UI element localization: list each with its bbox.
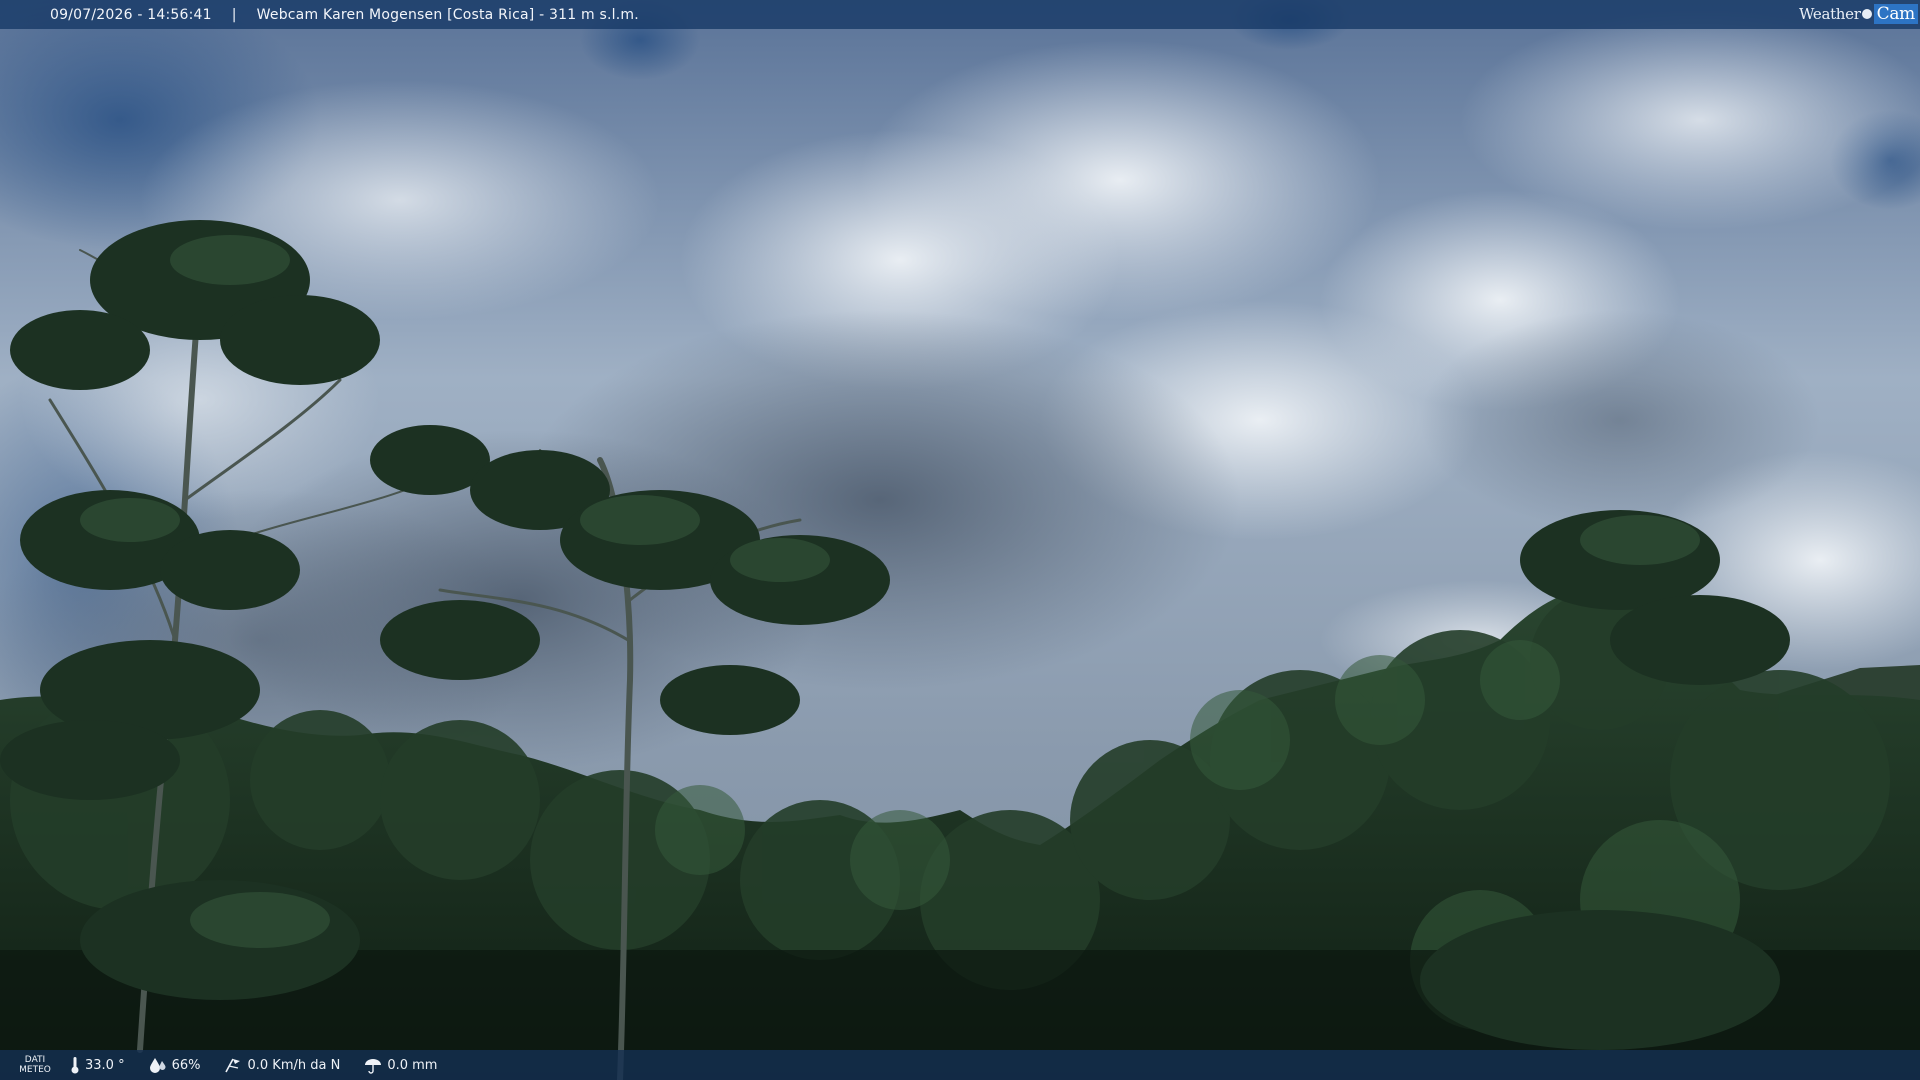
- humidity-value: 66%: [171, 1057, 201, 1073]
- wind-value: 0.0 Km/h da N: [247, 1057, 341, 1073]
- header-separator: |: [231, 6, 237, 23]
- logo-text-weather: Weather: [1798, 5, 1861, 23]
- rain-value: 0.0 mm: [387, 1057, 438, 1073]
- timestamp: 09/07/2026 - 14:56:41: [50, 6, 212, 23]
- weathercam-logo[interactable]: Weather Cam: [1799, 4, 1918, 24]
- logo-text-cam: Cam: [1873, 4, 1918, 24]
- humidity-metric: 66%: [149, 1057, 201, 1073]
- webcam-title: Webcam Karen Mogensen [Costa Rica] - 311…: [256, 6, 639, 23]
- logo-dot-icon: [1861, 9, 1872, 19]
- webcam-view: 09/07/2026 - 14:56:41 | Webcam Karen Mog…: [0, 0, 1920, 1080]
- thermometer-icon: [71, 1057, 79, 1074]
- weather-data-bar: DATI METEO 33.0 ° 66% 0.0 Km/h da N 0.0 …: [0, 1050, 1920, 1080]
- temperature-value: 33.0 °: [85, 1057, 125, 1073]
- dati-label-line1: DATI: [24, 1055, 46, 1065]
- humidity-drop-icon: [149, 1058, 166, 1073]
- rain-icon: [365, 1059, 382, 1074]
- top-info-bar: 09/07/2026 - 14:56:41 | Webcam Karen Mog…: [0, 0, 1920, 29]
- wind-icon: [225, 1058, 241, 1073]
- dati-label-line2: METEO: [19, 1065, 51, 1075]
- dati-meteo-label: DATI METEO: [0, 1055, 70, 1075]
- webcam-image: [0, 0, 1920, 1080]
- wind-metric: 0.0 Km/h da N: [224, 1056, 340, 1074]
- rain-metric: 0.0 mm: [364, 1056, 437, 1074]
- temperature-metric: 33.0 °: [70, 1056, 125, 1074]
